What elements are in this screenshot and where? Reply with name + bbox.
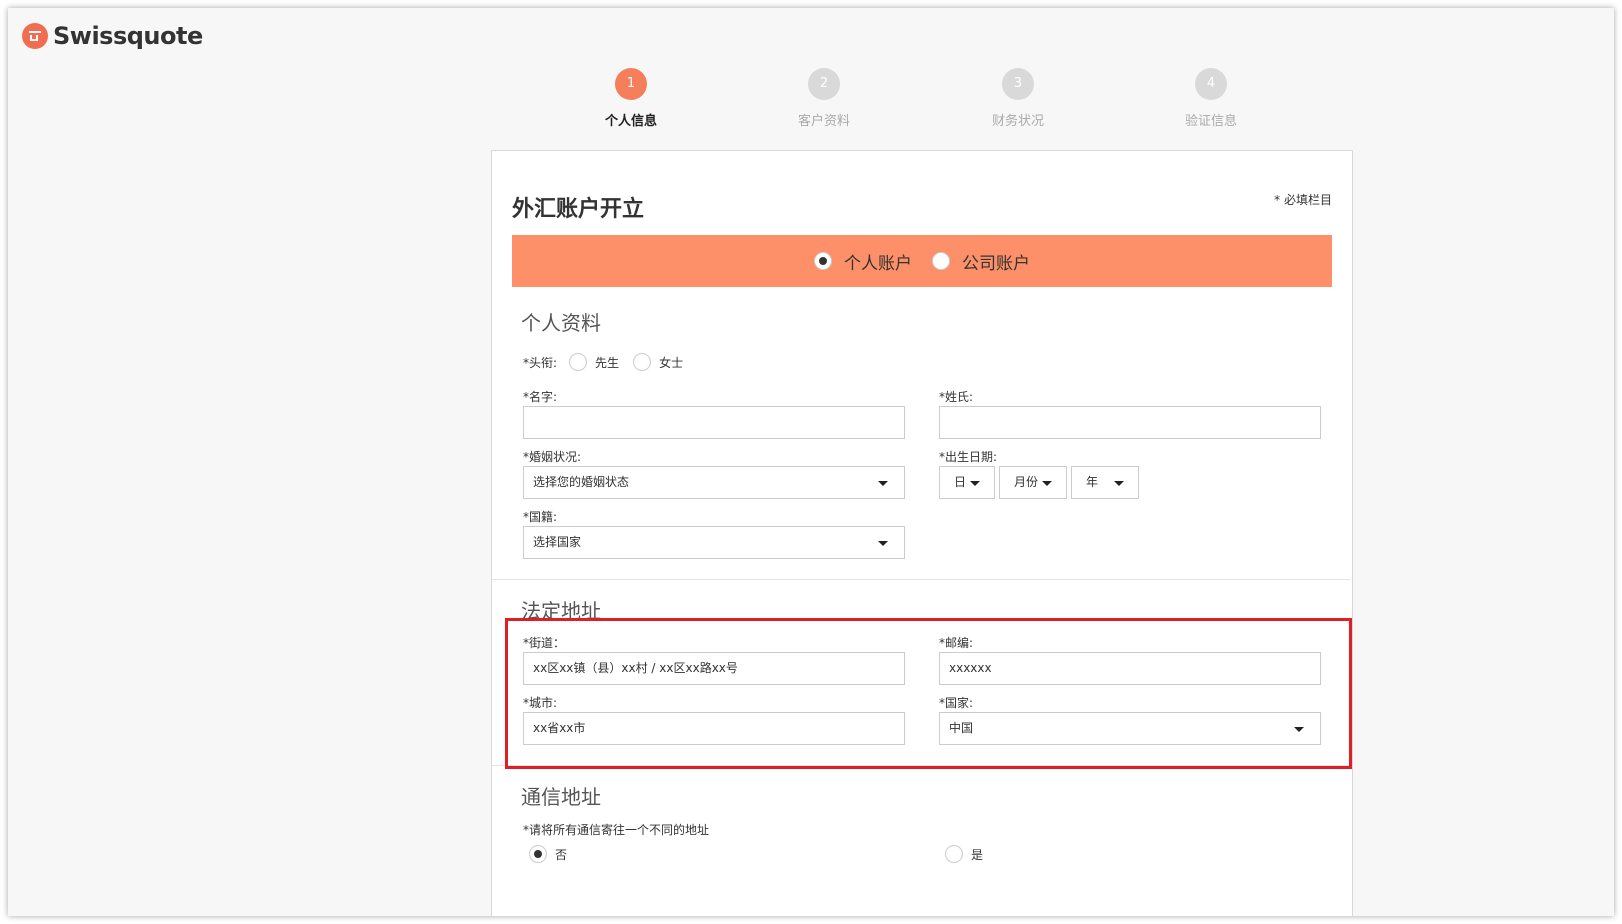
title-label: *头衔: <box>523 355 558 370</box>
chevron-down-icon <box>878 541 888 546</box>
nationality-select[interactable]: 选择国家 <box>523 526 905 559</box>
form-title: 外汇账户开立 <box>512 197 645 222</box>
section-divider <box>492 579 1350 580</box>
step-number: 1 <box>615 68 647 100</box>
chevron-down-icon <box>970 481 980 486</box>
dob-day-select[interactable]: 日 <box>939 466 995 499</box>
step-number: 2 <box>808 68 840 100</box>
radio-unchecked-icon[interactable] <box>932 252 950 270</box>
step-label: 验证信息 <box>1184 114 1237 129</box>
mailing-address-section-title: 通信地址 <box>521 785 601 809</box>
dob-month-value: 月份 <box>1014 475 1039 489</box>
swissquote-logo[interactable]: Swissquote <box>22 22 203 50</box>
last-name-input[interactable] <box>939 406 1321 439</box>
mailing-yes-option[interactable]: 是 <box>933 845 983 863</box>
chevron-down-icon <box>1114 481 1124 486</box>
account-type-company[interactable]: 公司账户 <box>932 249 1030 274</box>
browser-frame: Swissquote 1 个人信息 2 客户资料 3 财务状况 4 验证信息 外… <box>8 8 1614 916</box>
marital-status-value: 选择您的婚姻状态 <box>533 475 630 489</box>
form-panel: 外汇账户开立 * 必填栏目 个人账户 公司账户 个人资料 *头衔: 先生 女士 … <box>491 150 1353 916</box>
progress-steps: 1 个人信息 2 客户资料 3 财务状况 4 验证信息 <box>8 68 1614 138</box>
legal-address-highlight-box <box>505 618 1352 769</box>
dob-year-value: 年 <box>1086 475 1099 489</box>
step-3[interactable]: 3 财务状况 <box>948 68 1088 129</box>
chevron-down-icon <box>878 481 888 486</box>
title-ms-label: 女士 <box>659 355 684 370</box>
radio-checked-icon[interactable] <box>814 252 832 270</box>
radio-unchecked-icon[interactable] <box>945 845 963 863</box>
mailing-yes-label: 是 <box>971 847 984 862</box>
step-2[interactable]: 2 客户资料 <box>754 68 894 129</box>
required-note: * 必填栏目 <box>1274 193 1332 207</box>
step-number: 3 <box>1002 68 1034 100</box>
title-mr-label: 先生 <box>595 355 620 370</box>
mailing-no-option[interactable]: 否 <box>517 845 567 863</box>
chevron-down-icon <box>1042 481 1052 486</box>
dob-label: *出生日期: <box>939 450 998 464</box>
step-1[interactable]: 1 个人信息 <box>561 68 701 129</box>
last-name-label: *姓氏: <box>939 390 974 404</box>
step-number: 4 <box>1195 68 1227 100</box>
first-name-input[interactable] <box>523 406 905 439</box>
swissquote-logo-icon <box>22 23 48 49</box>
account-type-company-label: 公司账户 <box>962 253 1030 274</box>
nationality-label: *国籍: <box>523 510 558 524</box>
title-ms-radio[interactable] <box>633 353 652 371</box>
mailing-address-question: *请将所有通信寄往一个不同的地址 <box>523 823 710 837</box>
account-type-personal-label: 个人账户 <box>844 253 912 274</box>
radio-checked-icon[interactable] <box>529 845 547 863</box>
account-type-banner: 个人账户 公司账户 <box>512 235 1332 287</box>
account-type-personal[interactable]: 个人账户 <box>814 249 912 274</box>
step-label: 个人信息 <box>604 114 657 129</box>
dob-day-value: 日 <box>954 475 967 489</box>
title-radio-group: *头衔: 先生 女士 <box>523 353 683 371</box>
step-label: 财务状况 <box>991 114 1044 129</box>
logo-text: Swissquote <box>53 22 203 50</box>
marital-status-select[interactable]: 选择您的婚姻状态 <box>523 466 905 499</box>
nationality-value: 选择国家 <box>533 535 582 549</box>
step-4[interactable]: 4 验证信息 <box>1141 68 1281 129</box>
personal-section-title: 个人资料 <box>521 311 601 335</box>
title-mr-radio[interactable] <box>569 353 588 371</box>
mailing-no-label: 否 <box>555 847 568 862</box>
marital-status-label: *婚姻状况: <box>523 450 582 464</box>
first-name-label: *名字: <box>523 390 558 404</box>
dob-month-select[interactable]: 月份 <box>999 466 1067 499</box>
dob-year-select[interactable]: 年 <box>1071 466 1139 499</box>
step-label: 客户资料 <box>797 114 850 129</box>
